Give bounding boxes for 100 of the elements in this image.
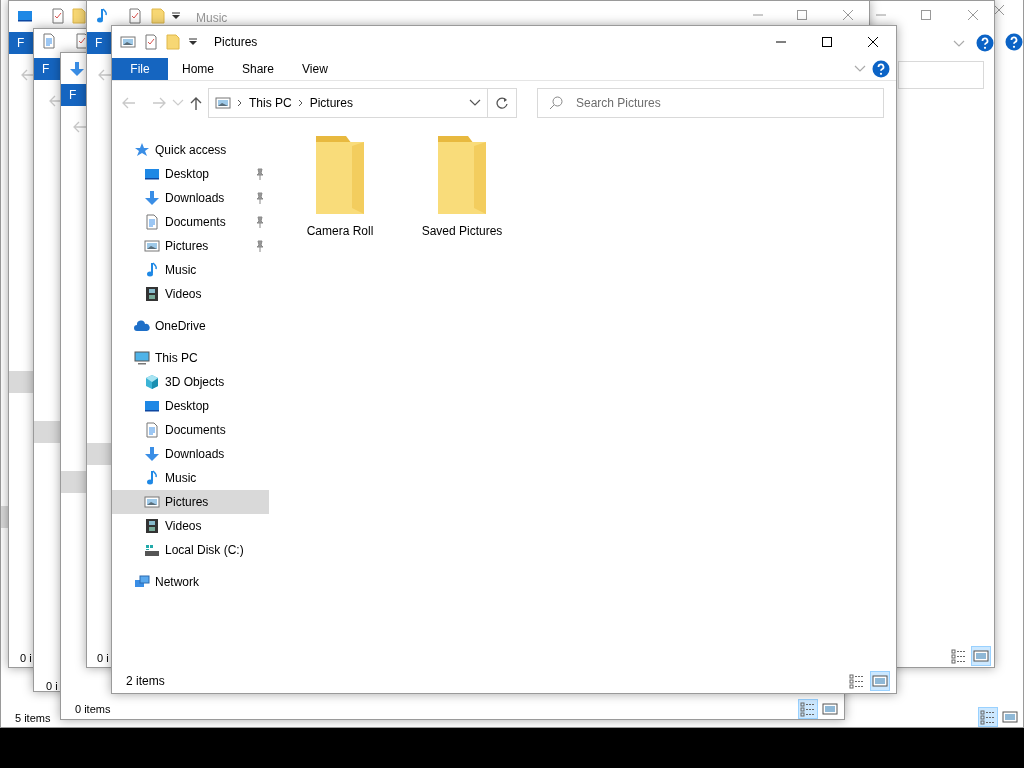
- nav-highlight: [61, 471, 87, 493]
- nav-item[interactable]: Network: [112, 570, 269, 594]
- refresh-button[interactable]: [487, 87, 517, 118]
- large-icons-view-icon: [1002, 709, 1018, 725]
- details-view-icon: [951, 648, 967, 664]
- film-icon: [144, 518, 160, 534]
- nav-highlight: [34, 421, 61, 443]
- document-icon: [144, 214, 160, 230]
- details-view-button[interactable]: [978, 707, 998, 727]
- ribbon-tab[interactable]: Share: [228, 58, 289, 80]
- folder-label[interactable]: Camera Roll: [306, 222, 374, 240]
- ribbon-tab[interactable]: Home: [168, 58, 228, 80]
- nav-item[interactable]: Documents: [112, 418, 269, 442]
- large-icons-view-icon: [973, 648, 989, 664]
- folder-label[interactable]: Saved Pictures: [421, 222, 503, 240]
- window-title: Pictures: [214, 34, 258, 51]
- nav-item[interactable]: Quick access: [112, 138, 269, 162]
- ribbon-tab[interactable]: F: [61, 84, 87, 106]
- nav-highlight: [9, 371, 34, 393]
- ribbon-tab[interactable]: View: [288, 58, 342, 80]
- nav-item[interactable]: 3D Objects: [112, 370, 269, 394]
- down-arrow-icon: [144, 446, 160, 462]
- breadcrumb-link[interactable]: This PC: [249, 93, 292, 112]
- large-icons-view-icon: [822, 701, 838, 717]
- large-icons-view-button[interactable]: [971, 646, 991, 666]
- down-arrow-icon: [69, 61, 85, 77]
- details-view-icon: [849, 673, 865, 689]
- down-arrow-icon: [144, 190, 160, 206]
- cube-icon: [144, 374, 160, 390]
- refresh-icon: [496, 96, 508, 109]
- monitor-icon: [144, 398, 160, 414]
- up-arrow-icon[interactable]: [190, 95, 202, 110]
- nav-item[interactable]: OneDrive: [112, 314, 269, 338]
- nav-item[interactable]: Downloads: [112, 442, 269, 466]
- status-text: 2 items: [126, 673, 165, 690]
- ribbon-tab[interactable]: F: [34, 58, 61, 80]
- nav-item[interactable]: Videos: [112, 514, 269, 538]
- back-arrow-icon[interactable]: [73, 121, 87, 133]
- nav-item[interactable]: Desktop: [112, 394, 269, 418]
- nav-item[interactable]: Music: [112, 258, 269, 282]
- status-text: 0 i: [97, 651, 109, 666]
- maximize-icon: [796, 10, 808, 20]
- ribbon-tab[interactable]: File: [112, 58, 168, 80]
- back-arrow-icon[interactable]: [21, 69, 35, 81]
- nav-item[interactable]: Documents: [112, 210, 269, 234]
- recent-locations-icon[interactable]: [172, 98, 184, 107]
- dropdown-icon: [188, 38, 198, 46]
- large-icons-view-button[interactable]: [870, 671, 890, 691]
- nav-item[interactable]: Desktop: [112, 162, 269, 186]
- picture-icon: [120, 34, 136, 50]
- address-bar[interactable]: This PC Pictures: [208, 87, 488, 118]
- nav-item[interactable]: This PC: [112, 346, 269, 370]
- help-icon[interactable]: [1005, 33, 1023, 51]
- nav-item[interactable]: Music: [112, 466, 269, 490]
- maximize-icon: [920, 10, 932, 20]
- help-icon[interactable]: [872, 60, 890, 78]
- window-title: Music: [196, 10, 228, 27]
- dropdown-icon: [171, 12, 181, 20]
- close-icon: [867, 37, 879, 47]
- details-view-icon: [800, 701, 816, 717]
- status-text: 0 i: [20, 651, 32, 666]
- computer-icon: [134, 350, 150, 366]
- nav-item[interactable]: Videos: [112, 282, 269, 306]
- close-icon[interactable]: [993, 5, 1005, 15]
- drive-icon: [144, 542, 160, 558]
- monitor-icon: [144, 166, 160, 182]
- nav-highlight: [87, 443, 112, 465]
- music-note-icon: [94, 8, 110, 24]
- nav-item[interactable]: Local Disk (C:): [112, 538, 269, 562]
- film-icon: [144, 286, 160, 302]
- picture-icon: [144, 494, 160, 510]
- network-icon: [134, 574, 150, 590]
- ribbon-tab[interactable]: F: [9, 32, 34, 54]
- ribbon-tab[interactable]: F: [87, 32, 112, 54]
- music-note-icon: [144, 470, 160, 486]
- details-view-button[interactable]: [798, 699, 818, 719]
- help-icon[interactable]: [976, 34, 994, 52]
- search-icon: [549, 95, 563, 110]
- picture-icon: [144, 238, 160, 254]
- nav-item[interactable]: Pictures: [112, 234, 269, 258]
- nav-item[interactable]: Pictures: [112, 490, 269, 514]
- ribbon-expand-icon[interactable]: [854, 65, 866, 73]
- document-icon: [41, 33, 57, 49]
- folder-icon: [151, 8, 165, 24]
- search-field[interactable]: [898, 61, 984, 89]
- back-arrow-icon[interactable]: [49, 95, 63, 107]
- maximize-icon: [821, 37, 833, 47]
- large-icons-view-icon: [872, 673, 888, 689]
- ribbon-expand-icon[interactable]: [953, 40, 965, 48]
- back-arrow-icon[interactable]: [98, 69, 112, 81]
- checkmark-document-icon: [51, 8, 65, 24]
- breadcrumb-link[interactable]: Pictures: [309, 93, 354, 112]
- status-text: 5 items: [15, 711, 51, 726]
- chevron-right-icon: [237, 98, 243, 107]
- address-dropdown-icon[interactable]: [469, 98, 481, 107]
- nav-item[interactable]: Downloads: [112, 186, 269, 210]
- search-field[interactable]: Search Pictures: [537, 87, 884, 118]
- status-text: 0 items: [75, 702, 111, 717]
- forward-arrow-icon[interactable]: [152, 96, 166, 109]
- chevron-right-icon: [297, 98, 304, 107]
